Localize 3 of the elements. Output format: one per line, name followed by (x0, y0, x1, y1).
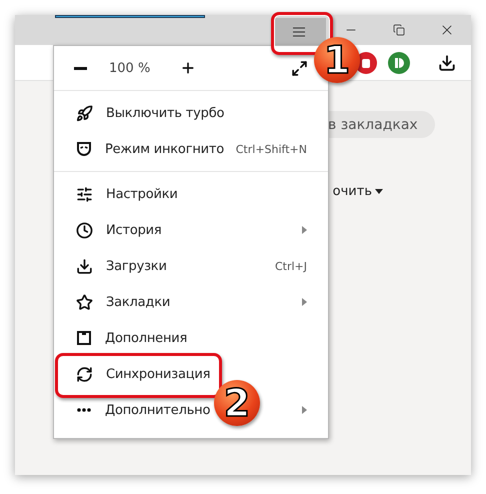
shortcut-label: Ctrl+Shift+N (236, 142, 307, 156)
shortcut-label: Ctrl+J (274, 260, 307, 272)
zoom-level: 100 % (109, 60, 150, 76)
